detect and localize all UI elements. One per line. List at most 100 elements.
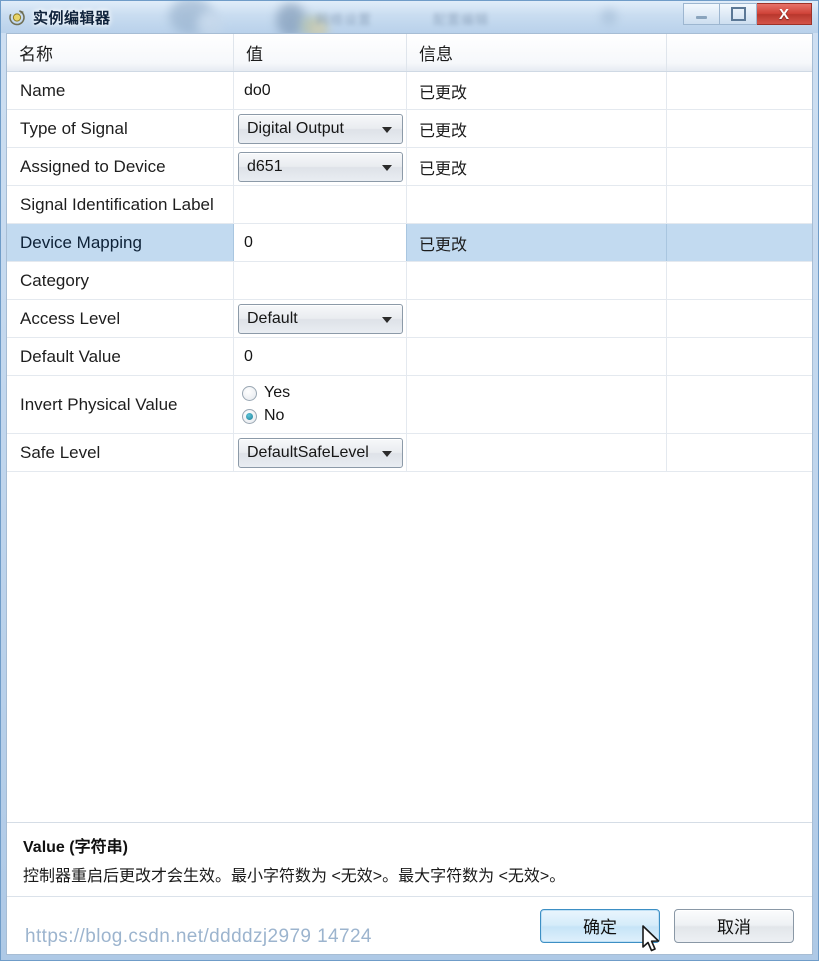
property-info-cell: 已更改 (407, 72, 667, 109)
property-info-cell (407, 262, 667, 299)
property-value-cell[interactable]: 0 (234, 224, 407, 261)
grid-header-row: 名称 值 信息 (7, 34, 812, 72)
radio-button-icon[interactable] (242, 385, 257, 401)
table-row[interactable]: Safe Level DefaultSafeLevel (7, 434, 812, 472)
property-value-cell[interactable]: Default (234, 300, 407, 337)
column-header-name[interactable]: 名称 (7, 34, 234, 71)
property-value-cell[interactable]: d651 (234, 148, 407, 185)
table-row[interactable]: Category (7, 262, 812, 300)
property-extra-cell (667, 338, 812, 375)
text-input-name[interactable]: do0 (234, 72, 406, 109)
property-name-cell: Type of Signal (7, 110, 234, 147)
title-bar[interactable]: 网络设置 配置编辑 实例编辑器 X (1, 1, 818, 33)
property-value-cell[interactable]: do0 (234, 72, 407, 109)
column-header-info[interactable]: 信息 (407, 34, 667, 71)
property-name-cell: Default Value (7, 338, 234, 375)
cancel-button[interactable]: 取消 (674, 908, 794, 943)
table-row[interactable]: Device Mapping 0 已更改 (7, 224, 812, 262)
radio-option[interactable]: No (242, 407, 406, 425)
property-info-cell: 已更改 (407, 110, 667, 147)
property-value-cell[interactable]: Digital Output (234, 110, 407, 147)
glass-blur-text-2: 配置编辑 (433, 12, 490, 27)
dropdown-selected-value: Digital Output (247, 119, 344, 137)
table-row[interactable]: Invert Physical Value Yes No (7, 376, 812, 434)
maximize-button[interactable] (720, 3, 757, 25)
property-value-cell[interactable] (234, 186, 407, 223)
property-extra-cell (667, 300, 812, 337)
radio-button-icon[interactable] (242, 408, 257, 424)
dropdown-selected-value: Default (247, 309, 298, 327)
property-name-cell: Assigned to Device (7, 148, 234, 185)
minimize-button[interactable] (683, 3, 720, 25)
property-extra-cell (667, 148, 812, 185)
window-title: 实例编辑器 (33, 9, 111, 27)
dropdown-assigned-to-device[interactable]: d651 (238, 151, 403, 182)
description-body: 控制器重启后更改才会生效。最小字符数为 <无效>。最大字符数为 <无效>。 (23, 868, 566, 885)
description-title: Value (字符串) (23, 839, 128, 856)
property-value-cell[interactable]: DefaultSafeLevel (234, 434, 407, 471)
property-info-cell: 已更改 (407, 148, 667, 185)
chevron-down-icon (382, 164, 392, 171)
client-area: 名称 值 信息 Name do0 已更改 Type of Signal Digital … (6, 33, 813, 955)
radio-option[interactable]: Yes (242, 384, 406, 402)
dialog-button-bar: https://blog.csdn.net/ddddzj2979 14724 确… (7, 896, 812, 954)
chevron-down-icon (382, 126, 392, 133)
dropdown-selected-value: DefaultSafeLevel (247, 443, 369, 461)
table-row[interactable]: Default Value 0 (7, 338, 812, 376)
radio-option-label: Yes (264, 384, 291, 401)
property-info-cell (407, 186, 667, 223)
property-name-cell: Category (7, 262, 234, 299)
property-name-cell: Safe Level (7, 434, 234, 471)
property-info-cell (407, 434, 667, 471)
instance-editor-icon (8, 8, 26, 26)
radio-group-invert-physical-value: Yes No (234, 384, 406, 425)
close-button[interactable]: X (757, 3, 812, 25)
window-controls: X (683, 3, 812, 25)
property-name-cell: Name (7, 72, 234, 109)
property-grid: 名称 值 信息 Name do0 已更改 Type of Signal Digital … (7, 34, 812, 472)
property-name-cell: Device Mapping (7, 224, 234, 261)
property-value-cell[interactable] (234, 262, 407, 299)
text-input-category[interactable] (234, 262, 406, 299)
description-pane: Value (字符串) 控制器重启后更改才会生效。最小字符数为 <无效>。最大字… (7, 822, 812, 896)
property-extra-cell (667, 262, 812, 299)
grid-body: Name do0 已更改 Type of Signal Digital Output 已更… (7, 72, 812, 472)
chevron-down-icon (382, 316, 392, 323)
dropdown-safe-level[interactable]: DefaultSafeLevel (238, 437, 403, 468)
property-name-cell: Access Level (7, 300, 234, 337)
text-input-device-mapping[interactable]: 0 (234, 224, 406, 261)
property-info-cell (407, 376, 667, 433)
property-info-cell: 已更改 (407, 224, 667, 261)
column-header-extra (667, 34, 812, 71)
property-info-cell (407, 338, 667, 375)
table-row[interactable]: Name do0 已更改 (7, 72, 812, 110)
table-row[interactable]: Type of Signal Digital Output 已更改 (7, 110, 812, 148)
property-value-cell[interactable]: Yes No (234, 376, 407, 433)
column-header-value[interactable]: 值 (234, 34, 407, 71)
instance-editor-window: 网络设置 配置编辑 实例编辑器 X 名称 值 信息 Name do0 已更改 T… (0, 0, 819, 961)
property-name-cell: Invert Physical Value (7, 376, 234, 433)
ok-button[interactable]: 确定 (540, 908, 660, 943)
property-extra-cell (667, 186, 812, 223)
property-extra-cell (667, 376, 812, 433)
property-name-cell: Signal Identification Label (7, 186, 234, 223)
grid-empty-space (7, 472, 812, 822)
table-row[interactable]: Access Level Default (7, 300, 812, 338)
dropdown-access-level[interactable]: Default (238, 303, 403, 334)
property-extra-cell (667, 434, 812, 471)
property-extra-cell (667, 224, 812, 261)
property-extra-cell (667, 110, 812, 147)
text-input-signal-identification-label[interactable] (234, 186, 406, 223)
dropdown-type-of-signal[interactable]: Digital Output (238, 113, 403, 144)
text-input-default-value[interactable]: 0 (234, 338, 406, 375)
property-value-cell[interactable]: 0 (234, 338, 407, 375)
glass-blur-text-1: 网络设置 (316, 12, 373, 27)
chevron-down-icon (382, 450, 392, 457)
property-extra-cell (667, 72, 812, 109)
property-info-cell (407, 300, 667, 337)
watermark-text: https://blog.csdn.net/ddddzj2979 14724 (25, 926, 372, 947)
radio-option-label: No (264, 407, 285, 424)
table-row[interactable]: Signal Identification Label (7, 186, 812, 224)
dropdown-selected-value: d651 (247, 157, 283, 175)
table-row[interactable]: Assigned to Device d651 已更改 (7, 148, 812, 186)
